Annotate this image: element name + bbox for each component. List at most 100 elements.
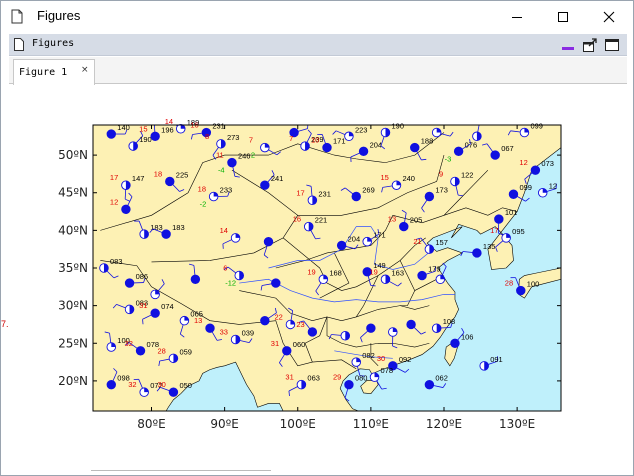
station-pressure: 179 bbox=[428, 265, 441, 274]
station-marker bbox=[205, 323, 215, 333]
station-map-plot: 14019015 19614 18916 2318 27311-4246727 23910… bbox=[58, 117, 562, 431]
x-tick-label: 130ºE bbox=[499, 417, 535, 431]
station-pressure: 082 bbox=[362, 351, 375, 360]
station-pressure: 173 bbox=[435, 186, 448, 195]
x-tick-label: 110ºE bbox=[353, 417, 389, 431]
station-pressure: 163 bbox=[392, 268, 405, 277]
station-pressure: 241 bbox=[271, 174, 284, 183]
station-pressure: 225 bbox=[176, 170, 189, 179]
station-temperature: 13 bbox=[194, 316, 202, 325]
station-temperature: 9 bbox=[439, 169, 443, 178]
station-pressure: 205 bbox=[410, 216, 423, 225]
station-marker bbox=[161, 229, 171, 239]
station-dewpoint: -12 bbox=[225, 279, 236, 288]
station-marker bbox=[190, 274, 201, 284]
station-temperature: 19 bbox=[307, 267, 315, 276]
y-tick-label: 30ºN bbox=[58, 299, 88, 313]
station-pressure: 095 bbox=[512, 227, 525, 236]
station-marker bbox=[322, 142, 332, 153]
tab-figure-1[interactable]: Figure 1 × bbox=[13, 59, 95, 85]
station-temperature: 14 bbox=[220, 226, 228, 235]
station-marker bbox=[227, 157, 237, 168]
station-pressure: 190 bbox=[139, 135, 152, 144]
station-temperature: 14 bbox=[165, 117, 173, 126]
station-temperature: 21 bbox=[413, 237, 421, 246]
x-tick-label: 90ºE bbox=[210, 417, 239, 431]
maximize-button[interactable] bbox=[540, 1, 586, 32]
station-pressure: 060 bbox=[293, 340, 306, 349]
station-marker bbox=[358, 146, 369, 157]
station-marker bbox=[406, 319, 416, 330]
station-temperature: 13 bbox=[388, 215, 396, 224]
station-pressure: 168 bbox=[329, 268, 342, 277]
minimize-button[interactable] bbox=[494, 1, 540, 32]
station-pressure: 092 bbox=[399, 355, 412, 364]
station-temperature: 15 bbox=[139, 124, 147, 133]
station-marker bbox=[508, 189, 519, 199]
station-marker bbox=[344, 379, 354, 390]
station-pressure: 171 bbox=[373, 231, 386, 240]
y-tick-label: 25ºN bbox=[58, 336, 88, 350]
station-marker bbox=[165, 176, 175, 187]
station-pressure: 231 bbox=[212, 122, 225, 131]
wind-barb-feather bbox=[288, 390, 290, 397]
station-temperature: 19 bbox=[370, 267, 378, 276]
station-pressure: 233 bbox=[220, 186, 233, 195]
station-pressure: 106 bbox=[461, 332, 474, 341]
station-pressure: 080 bbox=[355, 374, 368, 383]
station-temperature: 17 bbox=[110, 173, 118, 182]
wind-barb-feather bbox=[149, 121, 154, 122]
document-icon bbox=[11, 9, 23, 24]
station-pressure: 076 bbox=[465, 140, 478, 149]
station-temperature: 8 bbox=[205, 132, 209, 141]
figure-canvas: 140 190 15 196 14 189 16 231 8 273 11 -4 246 7 2 7 239 10… bbox=[9, 85, 627, 470]
station-marker bbox=[106, 129, 116, 139]
station-temperature: 33 bbox=[220, 328, 228, 337]
station-marker bbox=[453, 146, 464, 157]
station-pressure: 240 bbox=[402, 174, 415, 183]
station-temperature: 17 bbox=[490, 226, 498, 235]
station-temperature: 29 bbox=[333, 373, 341, 382]
undock-icon[interactable] bbox=[582, 37, 598, 53]
tab-label: Figure 1 bbox=[19, 67, 68, 78]
minimize-icon bbox=[512, 16, 522, 18]
station-pressure: 059 bbox=[179, 347, 192, 356]
station-pressure: 221 bbox=[315, 216, 328, 225]
station-marker bbox=[124, 278, 135, 288]
station-pressure: 147 bbox=[132, 174, 145, 183]
station-marker bbox=[366, 323, 376, 333]
figure-tabs: Figure 1 × bbox=[9, 57, 627, 85]
toolbar-label: Figures bbox=[32, 38, 75, 49]
minimize-panel-icon[interactable] bbox=[560, 37, 576, 53]
station-pressure: 101 bbox=[505, 208, 518, 217]
station-pressure: 157 bbox=[435, 238, 448, 247]
tab-close-icon[interactable]: × bbox=[81, 66, 89, 75]
station-pressure: 083 bbox=[110, 257, 123, 266]
station-pressure: 204 bbox=[348, 234, 361, 243]
station-pressure: 067 bbox=[501, 144, 514, 153]
station-marker bbox=[260, 315, 270, 326]
maximize-panel-icon[interactable] bbox=[604, 37, 620, 53]
station-temperature: 12 bbox=[519, 158, 527, 167]
station-marker bbox=[168, 387, 179, 397]
station-pressure: 231 bbox=[318, 189, 331, 198]
station-marker bbox=[490, 150, 500, 160]
station-temperature: 6 bbox=[223, 264, 227, 273]
station-pressure: 183 bbox=[150, 223, 163, 232]
station-pressure: 183 bbox=[172, 223, 185, 232]
station-marker bbox=[424, 191, 435, 202]
y-tick-label: 45ºN bbox=[58, 186, 88, 200]
close-button[interactable] bbox=[586, 1, 632, 32]
station-pressure: 091 bbox=[490, 355, 503, 364]
title-bar[interactable]: Figures bbox=[1, 1, 633, 32]
station-pressure: 188 bbox=[421, 137, 434, 146]
station-temperature: 30 bbox=[157, 380, 165, 389]
window-title: Figures bbox=[37, 8, 81, 23]
left-edge-fragment: 7. bbox=[1, 319, 9, 329]
station-pressure: 073 bbox=[541, 159, 554, 168]
station-pressure: 050 bbox=[179, 381, 192, 390]
station-pressure: 223 bbox=[355, 125, 368, 134]
station-marker bbox=[351, 191, 361, 202]
station-pressure: 269 bbox=[362, 186, 375, 195]
station-marker bbox=[106, 379, 116, 390]
